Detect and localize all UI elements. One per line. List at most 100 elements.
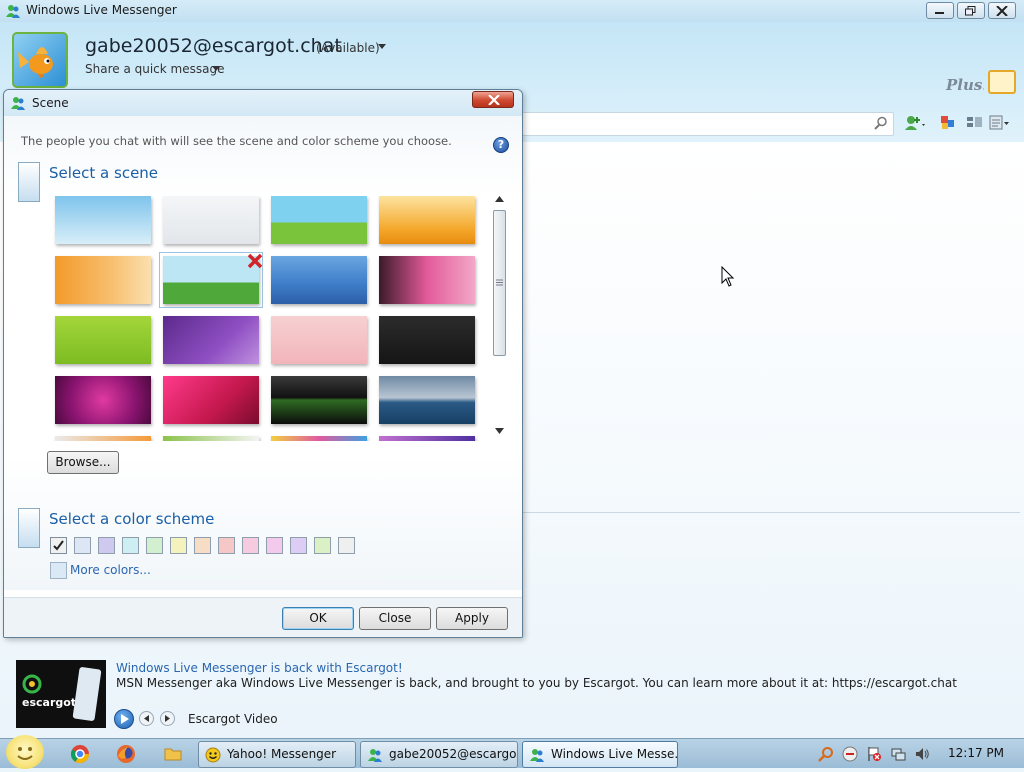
close-button[interactable]: Close <box>359 607 431 630</box>
title-bar[interactable]: Windows Live Messenger <box>0 0 1024 22</box>
avatar[interactable] <box>12 32 68 88</box>
start-button[interactable] <box>6 735 44 769</box>
color-swatch-selected[interactable] <box>50 537 67 554</box>
mouse-cursor-icon <box>721 266 735 287</box>
close-window-button[interactable] <box>988 2 1016 19</box>
firefox-icon[interactable] <box>116 744 136 764</box>
messenger-buddy-icon <box>11 97 25 110</box>
restore-button[interactable] <box>957 2 985 19</box>
more-colors-swatch[interactable] <box>50 562 67 579</box>
scene-thumbnail-lime[interactable] <box>55 316 151 364</box>
scene-thumbnail-dark-green[interactable] <box>271 376 367 424</box>
scene-thumbnail-sky-blue[interactable] <box>55 196 151 244</box>
ad-thumbnail[interactable]: escargot <box>16 660 106 728</box>
scene-thumbnail-row5-d[interactable] <box>379 436 475 441</box>
previous-button[interactable] <box>139 711 154 726</box>
checkmark-icon <box>53 540 64 551</box>
scene-thumbnail-row5-c[interactable] <box>271 436 367 441</box>
color-swatch[interactable] <box>338 537 355 554</box>
scene-thumbnail-row5-a[interactable] <box>55 436 151 441</box>
messenger-buddy-icon <box>6 5 20 18</box>
add-contact-icon[interactable] <box>903 114 925 132</box>
chrome-icon[interactable] <box>70 744 90 764</box>
taskbar-clock[interactable]: 12:17 PM <box>948 746 1004 760</box>
scroll-up-arrow-icon[interactable] <box>495 196 504 202</box>
color-swatch[interactable] <box>266 537 283 554</box>
change-layout-icon[interactable] <box>964 114 986 132</box>
scene-scrollbar[interactable] <box>491 194 509 438</box>
username[interactable]: gabe20052@escargot.chat <box>85 35 342 57</box>
taskbar-button-label: Yahoo! Messenger <box>227 747 337 761</box>
browse-button[interactable]: Browse... <box>47 451 119 474</box>
chevron-down-icon[interactable] <box>212 66 220 71</box>
search-icon[interactable] <box>874 116 888 130</box>
volume-icon[interactable] <box>914 746 930 762</box>
scene-thumbnail-pink-blossom[interactable] <box>271 316 367 364</box>
scroll-thumb[interactable] <box>493 210 506 356</box>
goldfish-picture-icon <box>18 47 53 78</box>
taskbar-button-2[interactable]: Windows Live Messe... <box>522 741 678 768</box>
play-button[interactable] <box>114 709 134 729</box>
color-swatch[interactable] <box>314 537 331 554</box>
dialog-close-button[interactable] <box>472 91 514 108</box>
search-tray-icon[interactable] <box>818 746 834 762</box>
chevron-down-icon[interactable] <box>378 44 386 49</box>
plus-notification-icon[interactable] <box>988 70 1016 94</box>
plus-logo-icon: Plus! <box>945 76 989 94</box>
scene-thumbnail-purple-swirl[interactable] <box>163 316 259 364</box>
color-swatch[interactable] <box>170 537 187 554</box>
color-swatch[interactable] <box>242 537 259 554</box>
ok-button[interactable]: OK <box>282 607 354 630</box>
close-icon <box>488 95 500 105</box>
messenger-buddy-icon <box>368 749 382 762</box>
scene-thumbnail-row5-b[interactable] <box>163 436 259 441</box>
action-center-flag-icon[interactable] <box>866 746 882 762</box>
scene-thumbnail-green-meadow[interactable] <box>159 252 263 308</box>
taskbar-button-0[interactable]: Yahoo! Messenger <box>198 741 356 768</box>
scene-thumbnail-pink-pattern[interactable] <box>379 256 475 304</box>
delete-scene-icon[interactable] <box>247 253 263 269</box>
scene-thumbnail-green-hill[interactable] <box>271 196 367 244</box>
scene-thumbnail-pink-dots[interactable] <box>163 376 259 424</box>
messenger-plus-logo[interactable]: Plus! <box>944 70 989 96</box>
minimize-icon <box>935 12 944 14</box>
color-swatch[interactable] <box>194 537 211 554</box>
scene-thumbnail-white-bubbles[interactable] <box>163 196 259 244</box>
color-swatch[interactable] <box>290 537 307 554</box>
grip-icon <box>496 279 503 286</box>
color-swatch[interactable] <box>146 537 163 554</box>
color-swatch[interactable] <box>122 537 139 554</box>
scene-thumbnail-sea-plane[interactable] <box>379 376 475 424</box>
color-swatch[interactable] <box>98 537 115 554</box>
show-menu-icon[interactable] <box>988 114 1010 132</box>
scene-gallery[interactable] <box>51 196 479 441</box>
search-contacts-input[interactable] <box>520 112 894 136</box>
apply-button[interactable]: Apply <box>436 607 508 630</box>
taskbar-button-1[interactable]: gabe20052@escargo... <box>360 741 518 768</box>
scroll-down-arrow-icon[interactable] <box>495 428 504 434</box>
scene-thumbnail-orange-tree[interactable] <box>379 196 475 244</box>
close-icon <box>996 6 1008 16</box>
scene-thumbnail-dark-lines[interactable] <box>379 316 475 364</box>
ad-title-link[interactable]: Windows Live Messenger is back with Esca… <box>116 661 403 675</box>
dialog-title-bar[interactable]: Scene <box>4 90 522 116</box>
scene-thumbnail-magenta-flower[interactable] <box>55 376 151 424</box>
dialog-footer: OK Close Apply <box>4 597 522 637</box>
color-swatch[interactable] <box>218 537 235 554</box>
network-icon[interactable] <box>890 746 906 762</box>
window-title: Windows Live Messenger <box>26 3 177 17</box>
dialog-title: Scene <box>32 96 69 110</box>
scene-thumbnail-orange-grass[interactable] <box>55 256 151 304</box>
next-button[interactable] <box>160 711 175 726</box>
scene-thumbnail-blue-mountains[interactable] <box>271 256 367 304</box>
status-label[interactable]: (Available) <box>316 41 380 55</box>
color-swatch[interactable] <box>74 537 91 554</box>
scene-section-title: Select a scene <box>49 164 159 182</box>
messenger-status-tray-icon[interactable] <box>842 746 858 762</box>
help-icon[interactable]: ? <box>493 137 509 153</box>
quick-message-field[interactable]: Share a quick message <box>85 62 224 76</box>
more-colors-link[interactable]: More colors... <box>70 563 151 577</box>
games-icon[interactable] <box>937 114 959 132</box>
folder-icon[interactable] <box>163 744 183 764</box>
minimize-button[interactable] <box>926 2 954 19</box>
